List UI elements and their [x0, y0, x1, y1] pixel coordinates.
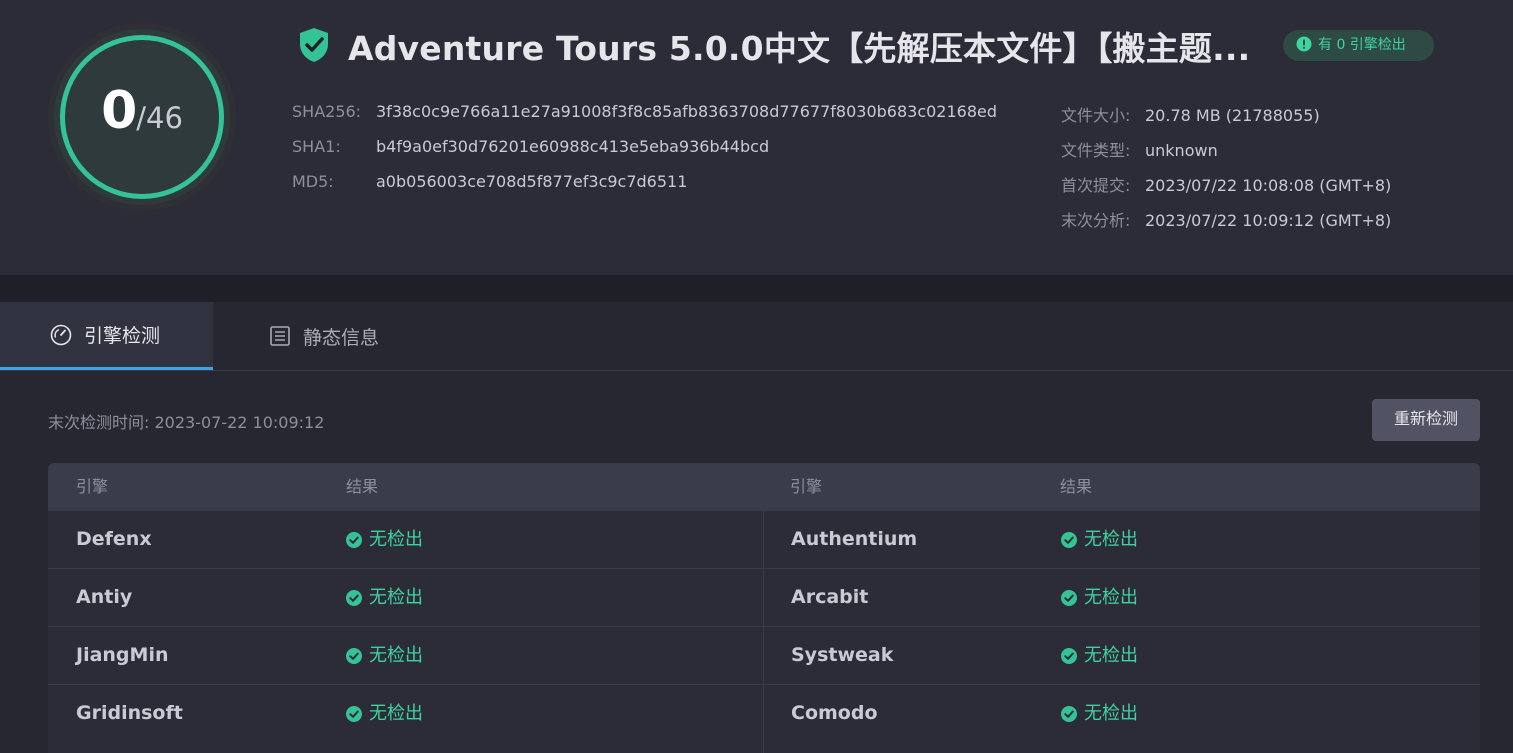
engine-name: Systweak: [791, 644, 894, 666]
file-size-label: 文件大小:: [1061, 106, 1131, 125]
gauge-icon: [50, 324, 72, 345]
last-analysis-label: 末次分析:: [1061, 211, 1131, 230]
result-text: 无检出: [1084, 587, 1138, 608]
sha1-row: SHA1: b4f9a0ef30d76201e60988c413e5eba936b…: [292, 137, 769, 156]
result-cell: 无检出: [1061, 511, 1138, 568]
result-cell: 无检出: [346, 511, 423, 568]
result-text: 无检出: [369, 645, 423, 666]
engine-name: Defenx: [76, 528, 152, 550]
column-header-engine: 引擎: [76, 477, 109, 496]
engine-name: JiangMin: [76, 644, 169, 666]
check-circle-icon: [346, 647, 362, 664]
shield-check-icon: [300, 28, 328, 62]
engine-name: Antiy: [76, 586, 133, 608]
engine-results-table: 引擎 结果 引擎 结果 Defenx 无检出 Authentium 无检出 An…: [48, 463, 1480, 753]
last-analysis-value: 2023/07/22 10:09:12 (GMT+8): [1145, 211, 1392, 230]
column-header-result-right: 结果: [1060, 477, 1093, 496]
list-icon: [270, 326, 290, 346]
last-analysis-row: 末次分析: 2023/07/22 10:09:12 (GMT+8): [1061, 207, 1391, 231]
column-header-engine-right: 引擎: [790, 477, 823, 496]
file-type-label: 文件类型:: [1061, 141, 1131, 160]
check-circle-icon: [1061, 647, 1077, 664]
tab-static-info[interactable]: 静态信息: [213, 302, 433, 370]
sha1-label: SHA1:: [292, 137, 341, 156]
engine-name: Arcabit: [791, 586, 869, 608]
result-text: 无检出: [1084, 529, 1138, 550]
sha256-value[interactable]: 3f38c0c9e766a11e27a91008f3f8c85afb836370…: [376, 102, 997, 121]
result-cell: 无检出: [1061, 627, 1138, 684]
check-circle-icon: [346, 705, 362, 722]
sha256-label: SHA256:: [292, 102, 362, 121]
exclamation-circle-icon: [1296, 36, 1312, 52]
file-title: Adventure Tours 5.0.0中文【先解压本文件】【搬主题...: [348, 29, 1251, 68]
column-divider: [763, 510, 764, 753]
result-text: 无检出: [369, 587, 423, 608]
tab-bar-divider: [0, 370, 1513, 371]
engine-name: Gridinsoft: [76, 702, 183, 724]
table-row: JiangMin 无检出 Systweak 无检出: [48, 626, 1480, 684]
status-badge: 有 0 引擎检出: [1283, 30, 1434, 61]
check-circle-icon: [346, 589, 362, 606]
file-type-value: unknown: [1145, 141, 1218, 160]
detection-score: 0/46: [54, 81, 230, 141]
result-cell: 无检出: [346, 685, 423, 742]
first-submit-row: 首次提交: 2023/07/22 10:08:08 (GMT+8): [1061, 172, 1391, 196]
engine-total: /46: [136, 101, 183, 135]
table-row: Defenx 无检出 Authentium 无检出: [48, 510, 1480, 568]
table-row: Gridinsoft 无检出 Comodo 无检出: [48, 684, 1480, 742]
table-row: Antiy 无检出 Arcabit 无检出: [48, 568, 1480, 626]
last-scan-time: 末次检测时间: 2023-07-22 10:09:12: [48, 413, 325, 432]
file-size-value: 20.78 MB (21788055): [1145, 106, 1320, 125]
detected-count: 0: [101, 81, 137, 141]
file-size-row: 文件大小: 20.78 MB (21788055): [1061, 102, 1320, 126]
check-circle-icon: [1061, 531, 1077, 548]
result-cell: 无检出: [346, 627, 423, 684]
first-submit-value: 2023/07/22 10:08:08 (GMT+8): [1145, 176, 1392, 195]
sha1-value[interactable]: b4f9a0ef30d76201e60988c413e5eba936b44bcd: [376, 137, 769, 156]
section-divider: [0, 275, 1513, 302]
result-text: 无检出: [1084, 703, 1138, 724]
tab-static-info-label: 静态信息: [303, 326, 380, 349]
tab-engine-detection[interactable]: 引擎检测: [0, 302, 213, 370]
engine-name: Comodo: [791, 702, 878, 724]
detection-score-ring: 0/46: [54, 29, 230, 205]
table-header: 引擎 结果 引擎 结果: [48, 463, 1480, 510]
file-type-row: 文件类型: unknown: [1061, 137, 1218, 161]
check-circle-icon: [346, 531, 362, 548]
column-header-result: 结果: [346, 477, 379, 496]
result-cell: 无检出: [1061, 685, 1138, 742]
result-cell: 无检出: [346, 569, 423, 626]
badge-text: 有 0 引擎检出: [1318, 37, 1406, 53]
rescan-button[interactable]: 重新检测: [1372, 399, 1480, 441]
result-text: 无检出: [1084, 645, 1138, 666]
result-cell: 无检出: [1061, 569, 1138, 626]
check-circle-icon: [1061, 705, 1077, 722]
md5-value[interactable]: a0b056003ce708d5f877ef3c9c7d6511: [376, 172, 687, 191]
engine-name: Authentium: [791, 528, 918, 550]
tab-engine-detection-label: 引擎检测: [84, 325, 161, 347]
sha256-row: SHA256: 3f38c0c9e766a11e27a91008f3f8c85af…: [292, 102, 997, 121]
md5-row: MD5: a0b056003ce708d5f877ef3c9c7d6511: [292, 172, 687, 191]
result-text: 无检出: [369, 529, 423, 550]
result-text: 无检出: [369, 703, 423, 724]
md5-label: MD5:: [292, 172, 334, 191]
first-submit-label: 首次提交:: [1061, 176, 1131, 195]
check-circle-icon: [1061, 589, 1077, 606]
